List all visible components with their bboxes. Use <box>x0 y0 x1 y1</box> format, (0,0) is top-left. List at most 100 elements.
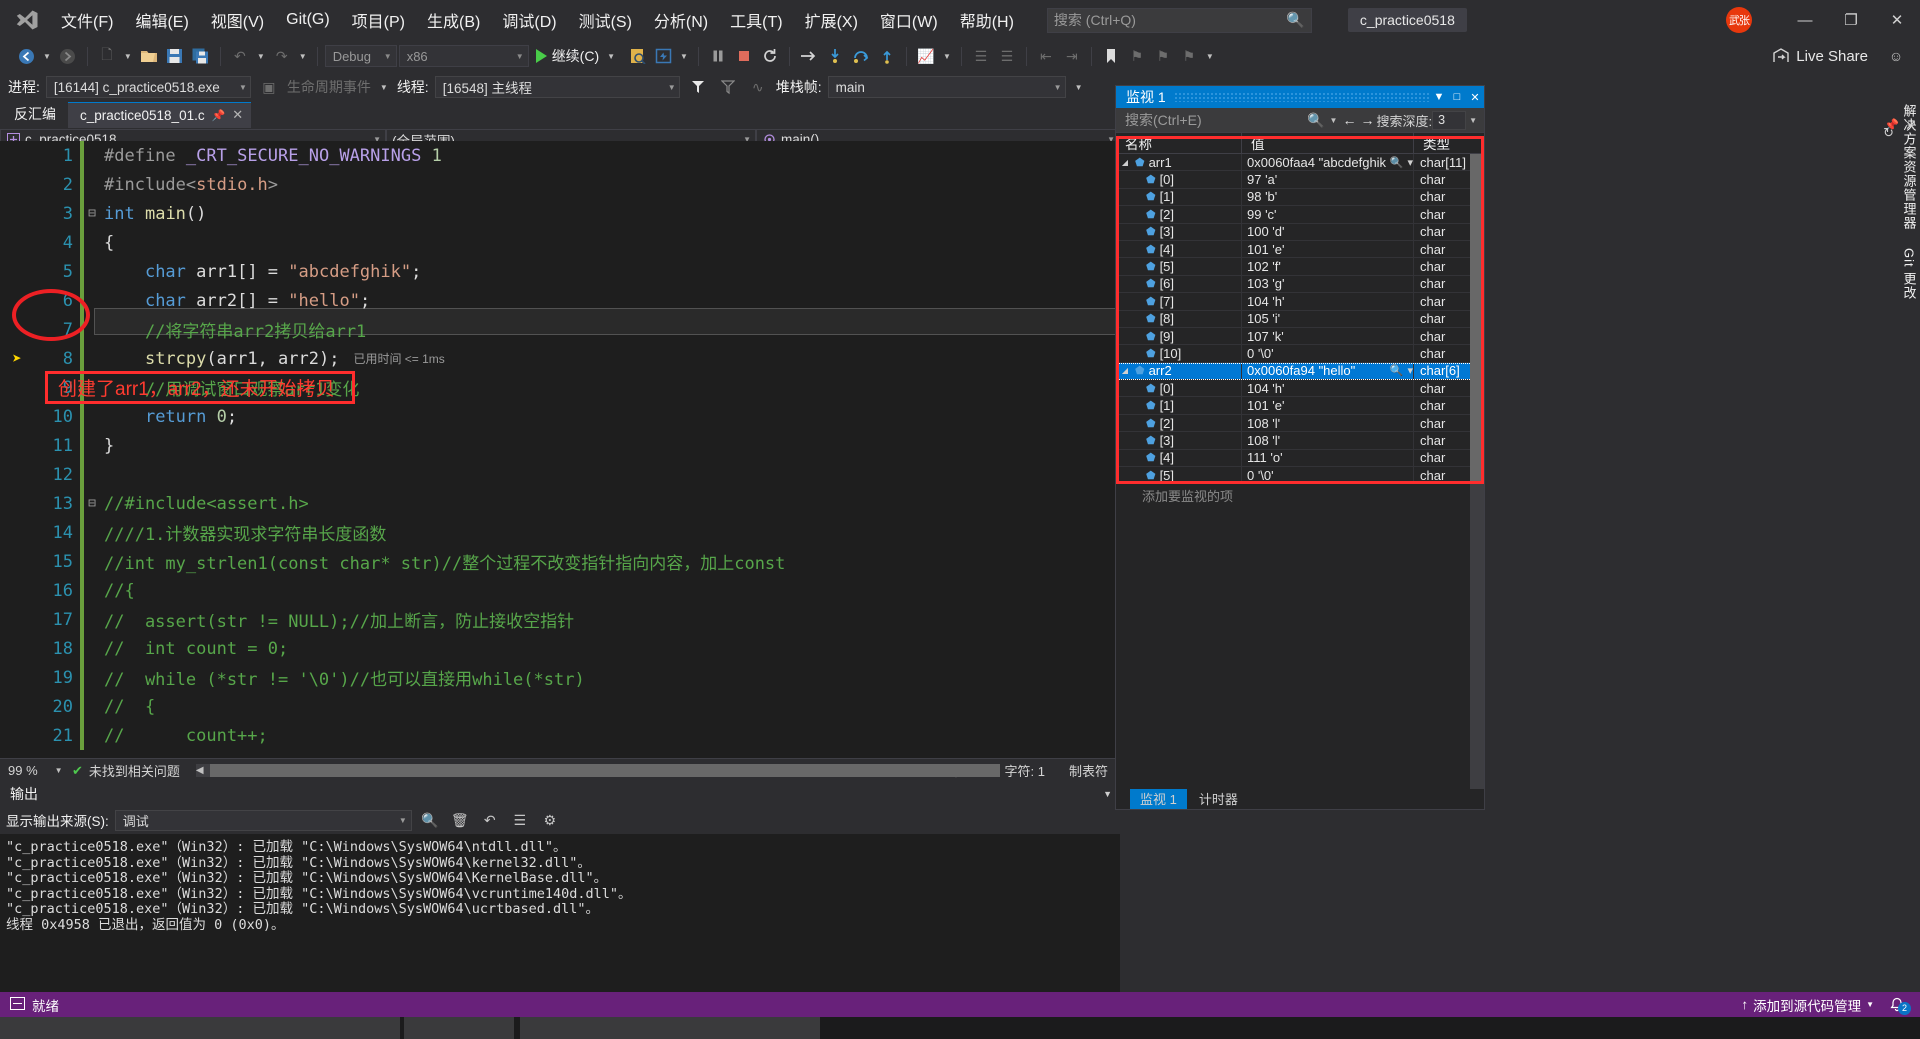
watch-row[interactable]: ⬟ [4] 111 'o' char <box>1116 449 1484 468</box>
menu-debug[interactable]: 调试(D) <box>491 3 567 37</box>
zoom-level-combo[interactable]: 99 % ▼ <box>0 763 72 778</box>
pause-icon[interactable] <box>706 44 730 68</box>
watch-row-value-cell[interactable]: 111 'o' <box>1242 449 1414 467</box>
hot-reload-dropdown-icon[interactable]: ▼ <box>677 52 691 61</box>
output-settings-icon[interactable]: ⚙ <box>538 808 562 832</box>
watch-row-value-cell[interactable]: 104 'h' <box>1242 293 1414 310</box>
search-depth-value[interactable]: 3 <box>1432 110 1467 130</box>
menu-tools[interactable]: 工具(T) <box>719 3 793 37</box>
search-icon[interactable]: 🔍 <box>1305 112 1326 129</box>
find-message-icon[interactable]: 🔍 <box>418 808 442 832</box>
restore-button[interactable]: ❐ <box>1828 4 1874 36</box>
editor-horizontal-scrollbar[interactable]: ◀ ▶ <box>195 764 1000 777</box>
watch-row[interactable]: ◢ ⬟ arr1 0x0060faa4 "abcdefghik" 🔍 ▾ char[11] <box>1116 154 1484 172</box>
solution-configuration-combo[interactable]: Debug ▼ <box>324 45 397 67</box>
watch-row-value-cell[interactable]: 105 'i' <box>1242 310 1414 327</box>
menu-edit[interactable]: 编辑(E) <box>124 3 199 37</box>
code-editor[interactable]: 1 #define _CRT_SECURE_NO_WARNINGS 1 2 #i… <box>0 141 1120 758</box>
watch-row[interactable]: ⬟ [3] 100 'd' char <box>1116 223 1484 241</box>
feedback-icon[interactable]: ☺ <box>1884 44 1908 68</box>
avatar[interactable]: 武张 <box>1726 7 1752 33</box>
watch-row[interactable]: ◢ ⬟ arr2 0x0060fa94 "hello" 🔍 ▾ char[6] <box>1116 362 1484 381</box>
watch-row[interactable]: ⬟ [3] 108 'l' char <box>1116 432 1484 450</box>
add-to-source-control-button[interactable]: ↑ 添加到源代码管理 ▼ <box>1741 995 1874 1015</box>
step-over-icon[interactable] <box>849 44 873 68</box>
watch-row[interactable]: ⬟ [8] 105 'i' char <box>1116 310 1484 328</box>
watch-row-value-cell[interactable]: 99 'c' <box>1242 206 1414 223</box>
watch-row[interactable]: ⬟ [2] 99 'c' char <box>1116 206 1484 224</box>
diagnostics-dropdown-icon[interactable]: ▼ <box>940 52 954 61</box>
visualizer-dropdown-icon[interactable]: ▾ <box>1407 364 1413 377</box>
current-statement-arrow-icon[interactable]: ➤ <box>0 349 34 368</box>
debugbar-overflow-icon[interactable]: ▼ <box>1072 83 1086 92</box>
menu-help[interactable]: 帮助(H) <box>949 3 1025 37</box>
menu-analyze[interactable]: 分析(N) <box>643 3 719 37</box>
scroll-left-icon[interactable]: ◀ <box>196 765 204 776</box>
watch-row[interactable]: ⬟ [7] 104 'h' char <box>1116 293 1484 311</box>
navigate-backward-icon[interactable] <box>14 44 38 68</box>
tab-watch-1[interactable]: 监视 1 <box>1130 788 1187 809</box>
column-header-value[interactable]: 值 <box>1242 133 1414 153</box>
output-source-combo[interactable]: 调试 ▼ <box>114 809 412 831</box>
search-next-icon[interactable]: → <box>1358 112 1376 128</box>
watch-row[interactable]: ⬟ [9] 107 'k' char <box>1116 327 1484 346</box>
search-options-icon[interactable]: ▼ <box>1327 116 1341 125</box>
output-pane-menu-icon[interactable]: ▼ <box>1103 789 1112 799</box>
close-icon[interactable]: ✕ <box>232 107 243 123</box>
menu-git[interactable]: Git(G) <box>275 6 341 34</box>
restart-icon[interactable] <box>758 44 782 68</box>
live-share-button[interactable]: Live Share <box>1773 48 1868 65</box>
drag-handle[interactable] <box>1173 92 1430 102</box>
go-to-message-icon[interactable]: ☰ <box>508 808 532 832</box>
notifications-button[interactable]: 2 <box>1884 997 1911 1015</box>
watch-row-value-cell[interactable]: 98 'b' <box>1242 188 1414 206</box>
tab-c-practice0518-01-c[interactable]: c_practice0518_01.c 📌 ✕ <box>68 102 252 128</box>
solution-name-pill[interactable]: c_practice0518 <box>1347 8 1467 32</box>
continue-dropdown-icon[interactable]: ▼ <box>604 52 618 61</box>
watch-row[interactable]: ⬟ [5] 102 'f' char <box>1116 258 1484 276</box>
clear-all-icon[interactable]: 🗑 <box>448 808 472 832</box>
scrollbar-thumb[interactable] <box>1470 154 1484 484</box>
menu-test[interactable]: 测试(S) <box>568 3 643 37</box>
menu-project[interactable]: 项目(P) <box>341 3 416 37</box>
watch-row-value-cell[interactable]: 101 'e' <box>1242 397 1414 414</box>
pin-icon[interactable]: 📌 <box>212 109 226 122</box>
stop-debugging-icon[interactable] <box>732 44 756 68</box>
watch-row-value-cell[interactable]: 104 'h' <box>1242 380 1414 397</box>
watch-row-value-cell[interactable]: 101 'e' <box>1242 240 1414 258</box>
window-menu-icon[interactable]: ▼ <box>1430 91 1448 103</box>
close-button[interactable]: ✕ <box>1874 4 1920 36</box>
dock-git-changes[interactable]: Git 更改 <box>1900 248 1919 300</box>
watch-add-item-row[interactable]: 添加要监视的项 <box>1116 484 1484 505</box>
watch-row-value-cell[interactable]: 0x0060fa94 "hello" 🔍 ▾ <box>1242 362 1414 380</box>
output-text[interactable]: "c_practice0518.exe"（Win32）: 已加载 "C:\Win… <box>0 834 1120 1005</box>
chevron-down-icon[interactable]: ▼ <box>1866 1000 1874 1009</box>
column-header-name[interactable]: 名称 <box>1116 133 1242 153</box>
collapse-triangle-icon[interactable]: ◢ <box>1119 366 1131 375</box>
open-file-icon[interactable] <box>137 44 161 68</box>
search-previous-icon[interactable]: ← <box>1340 112 1358 128</box>
diagnostic-tools-icon[interactable]: 📈 <box>914 44 938 68</box>
watch-row[interactable]: ⬟ [5] 0 '\0' char <box>1116 467 1484 485</box>
close-icon[interactable]: ✕ <box>1905 118 1916 134</box>
hot-reload-icon[interactable] <box>651 44 675 68</box>
tab-disassembly[interactable]: 反汇编 <box>8 101 68 128</box>
attach-to-process-icon[interactable] <box>625 44 649 68</box>
stackframe-combo[interactable]: main ▼ <box>827 76 1066 98</box>
text-visualizer-icon[interactable]: 🔍 <box>1390 364 1404 377</box>
process-combo[interactable]: [16144] c_practice0518.exe ▼ <box>45 76 251 98</box>
step-out-icon[interactable] <box>875 44 899 68</box>
watch-row-value-cell[interactable]: 107 'k' <box>1242 327 1414 345</box>
toggle-bookmark-icon[interactable] <box>1099 44 1123 68</box>
new-item-dropdown-icon[interactable]: ▼ <box>121 52 135 61</box>
save-all-icon[interactable] <box>189 44 213 68</box>
watch-row-value-cell[interactable]: 103 'g' <box>1242 275 1414 293</box>
watch-row[interactable]: ⬟ [0] 97 'a' char <box>1116 171 1484 189</box>
watch-window[interactable]: 监视 1 ▼ □ ✕ 搜索(Ctrl+E) 🔍 ▼ ← → 搜索深度: 3 ▼ … <box>1115 85 1485 810</box>
text-visualizer-icon[interactable]: 🔍 <box>1390 156 1404 169</box>
toolbar-overflow-icon[interactable]: ▼ <box>1203 52 1217 61</box>
collapse-triangle-icon[interactable]: ◢ <box>1119 158 1131 167</box>
menu-build[interactable]: 生成(B) <box>416 3 491 37</box>
flag-filter-icon[interactable] <box>686 75 710 99</box>
fold-toggle-icon[interactable]: ⊟ <box>84 496 100 511</box>
